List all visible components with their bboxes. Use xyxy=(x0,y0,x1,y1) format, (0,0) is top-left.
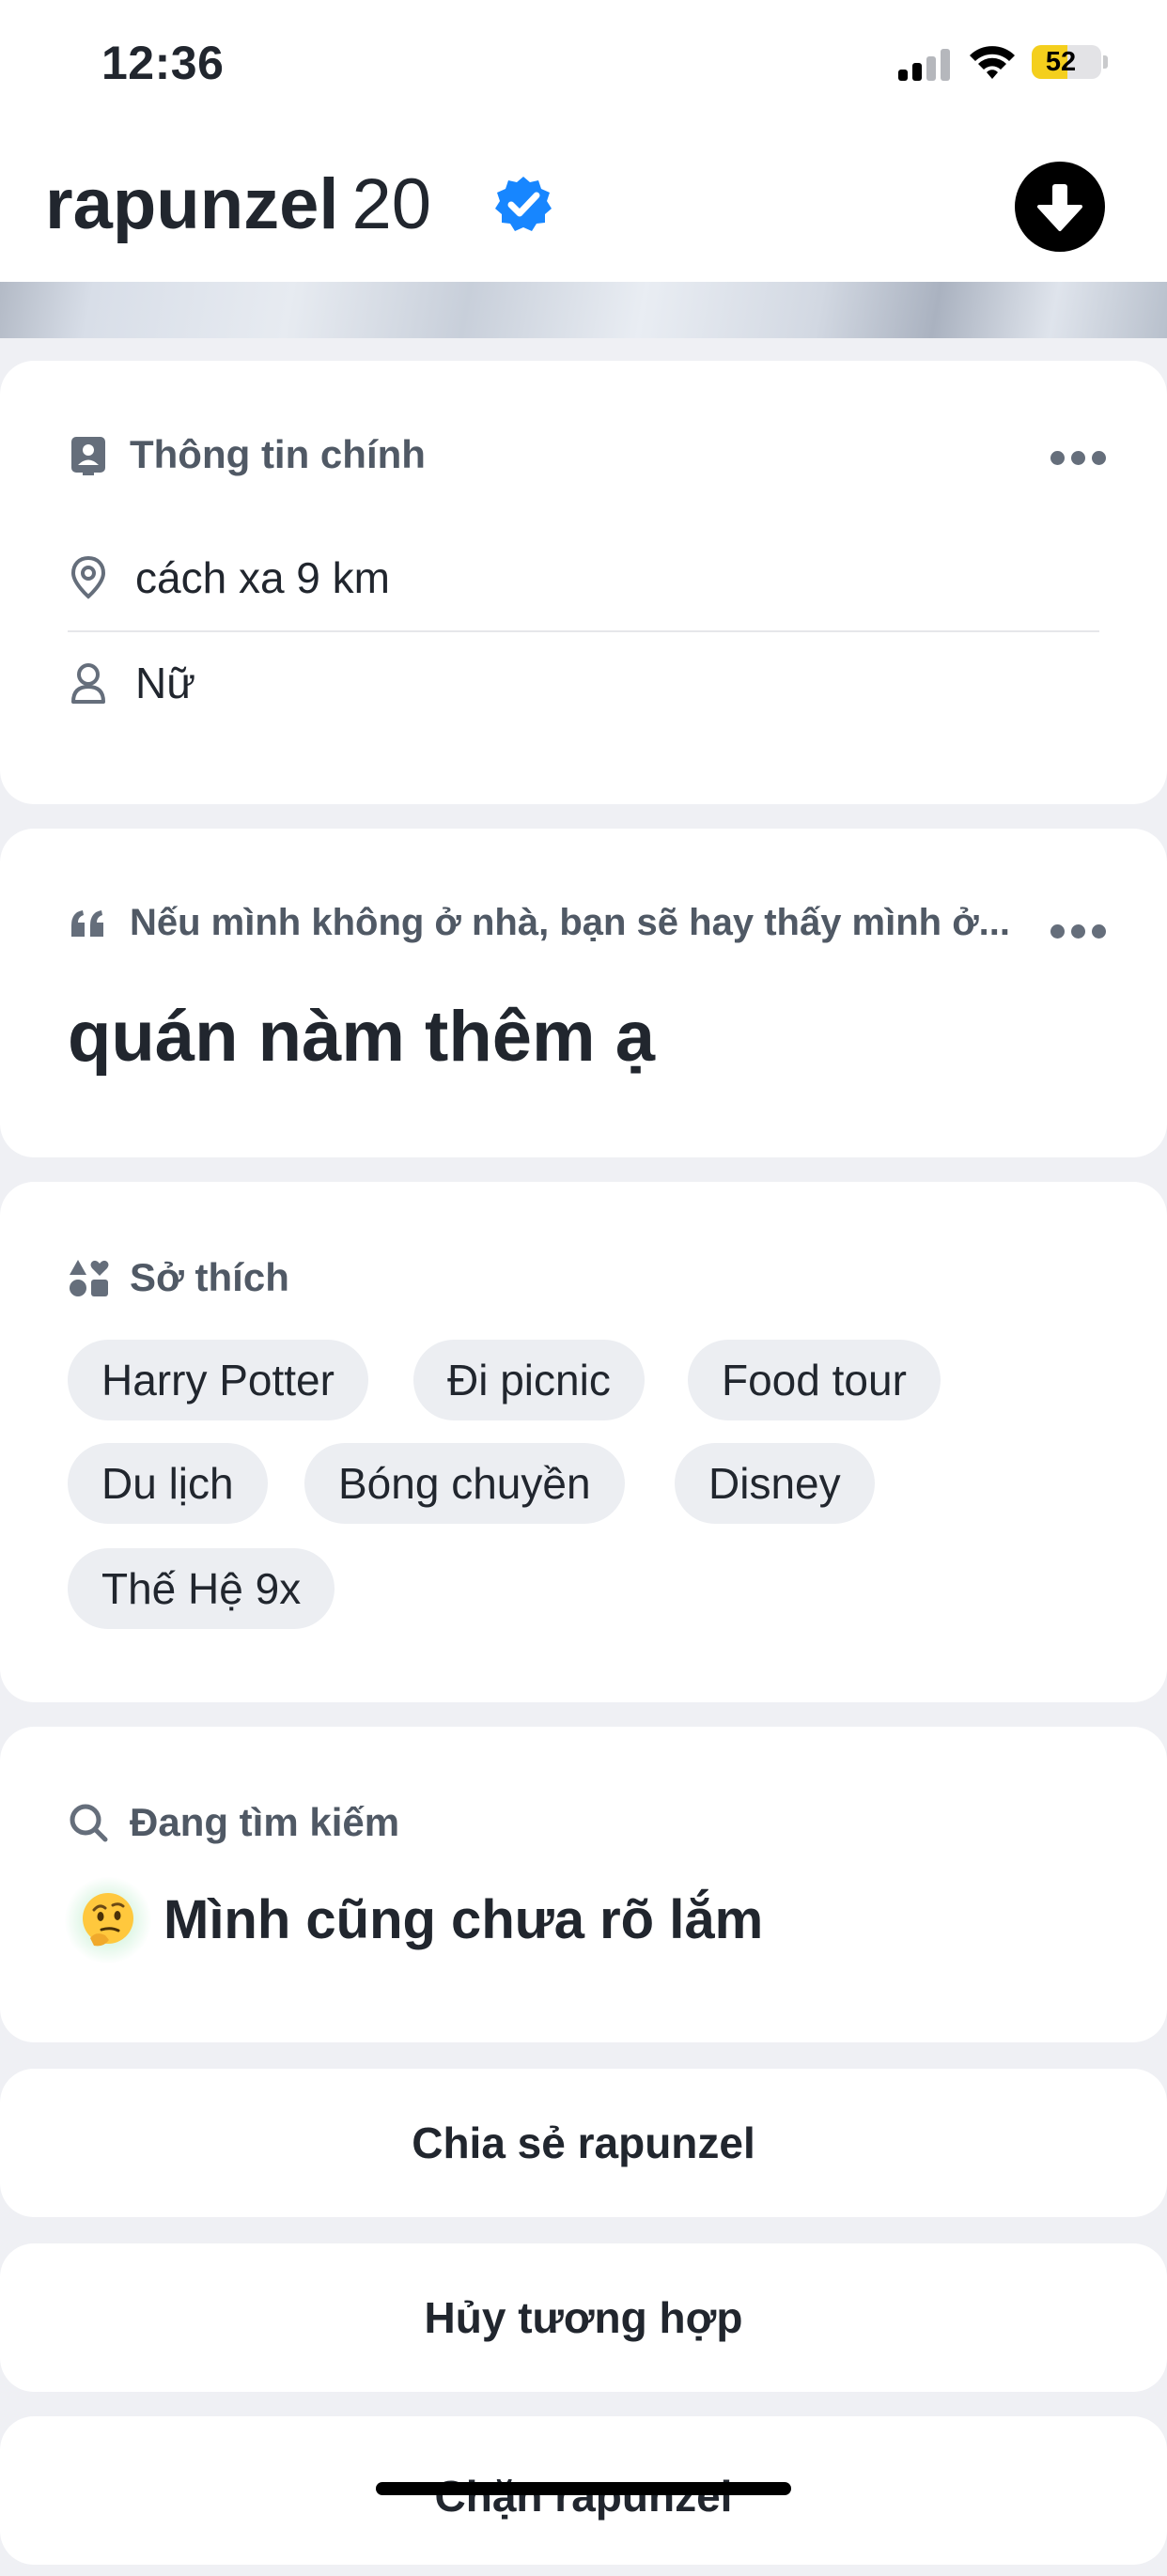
battery-tip xyxy=(1103,55,1108,69)
quote-icon xyxy=(71,909,103,937)
interest-chip: Bóng chuyền xyxy=(304,1443,625,1524)
unmatch-button[interactable]: Hủy tương hợp xyxy=(0,2243,1167,2392)
prompt-more-button[interactable] xyxy=(1050,924,1107,939)
battery-level: 52 xyxy=(1045,47,1077,77)
home-indicator xyxy=(376,2482,791,2495)
gender-row: Nữ xyxy=(68,658,195,708)
interests-icon xyxy=(70,1260,109,1296)
prompt-card: Nếu mình không ở nhà, bạn sẽ hay thấy mì… xyxy=(0,829,1167,1157)
profile-header: rapunzel 20 xyxy=(0,132,1167,282)
basics-divider xyxy=(68,630,1099,632)
interest-chip: Đi picnic xyxy=(413,1340,645,1420)
battery-icon: 52 xyxy=(1032,45,1101,79)
basics-header: Thông tin chính xyxy=(68,432,426,477)
download-button[interactable] xyxy=(1015,162,1105,252)
interests-card: Sở thích Harry Potter Đi picnic Food tou… xyxy=(0,1182,1167,1702)
status-bar: 12:36 52 xyxy=(0,0,1167,132)
basics-title: Thông tin chính xyxy=(130,432,426,476)
looking-for-row: Mình cũng chưa rõ lắm xyxy=(64,1875,764,1964)
arrow-down-icon xyxy=(1037,184,1082,231)
status-time: 12:36 xyxy=(101,37,225,89)
search-icon xyxy=(70,1804,108,1842)
basics-more-button[interactable] xyxy=(1050,451,1107,466)
interests-title: Sở thích xyxy=(130,1255,289,1299)
person-icon xyxy=(71,663,105,704)
share-profile-button[interactable]: Chia sẻ rapunzel xyxy=(0,2069,1167,2217)
interests-header: Sở thích xyxy=(68,1255,289,1300)
interest-chip: Harry Potter xyxy=(68,1340,368,1420)
cellular-signal-icon xyxy=(898,49,951,81)
looking-for-title: Đang tìm kiếm xyxy=(130,1800,400,1844)
distance-text: cách xa 9 km xyxy=(135,553,390,602)
profile-age: 20 xyxy=(351,164,432,244)
profile-name: rapunzel xyxy=(45,164,339,244)
prompt-header: Nếu mình không ở nhà, bạn sẽ hay thấy mì… xyxy=(68,902,1035,944)
wifi-icon xyxy=(970,46,1015,79)
looking-for-card: Đang tìm kiếm Mình cũng chưa rõ lắm xyxy=(0,1727,1167,2042)
basics-card: Thông tin chính cách xa 9 km Nữ xyxy=(0,361,1167,804)
profile-name-line: rapunzel 20 xyxy=(45,158,431,252)
interest-chip: Food tour xyxy=(688,1340,941,1420)
prompt-question: Nếu mình không ở nhà, bạn sẽ hay thấy mì… xyxy=(130,902,1010,943)
prompt-answer: quán nàm thêm ạ xyxy=(68,997,655,1077)
looking-for-header: Đang tìm kiếm xyxy=(68,1800,399,1845)
profile-photo-edge[interactable] xyxy=(0,282,1167,338)
verified-badge-icon xyxy=(495,177,552,231)
thinking-face-icon xyxy=(64,1875,152,1964)
interest-chip: Thế Hệ 9x xyxy=(68,1548,335,1629)
gender-text: Nữ xyxy=(135,659,196,707)
distance-row: cách xa 9 km xyxy=(68,552,390,603)
interest-chip: Du lịch xyxy=(68,1443,268,1524)
location-pin-icon xyxy=(70,555,106,599)
interest-chip: Disney xyxy=(675,1443,875,1524)
id-badge-icon xyxy=(71,437,105,475)
looking-for-value: Mình cũng chưa rõ lắm xyxy=(163,1889,764,1950)
